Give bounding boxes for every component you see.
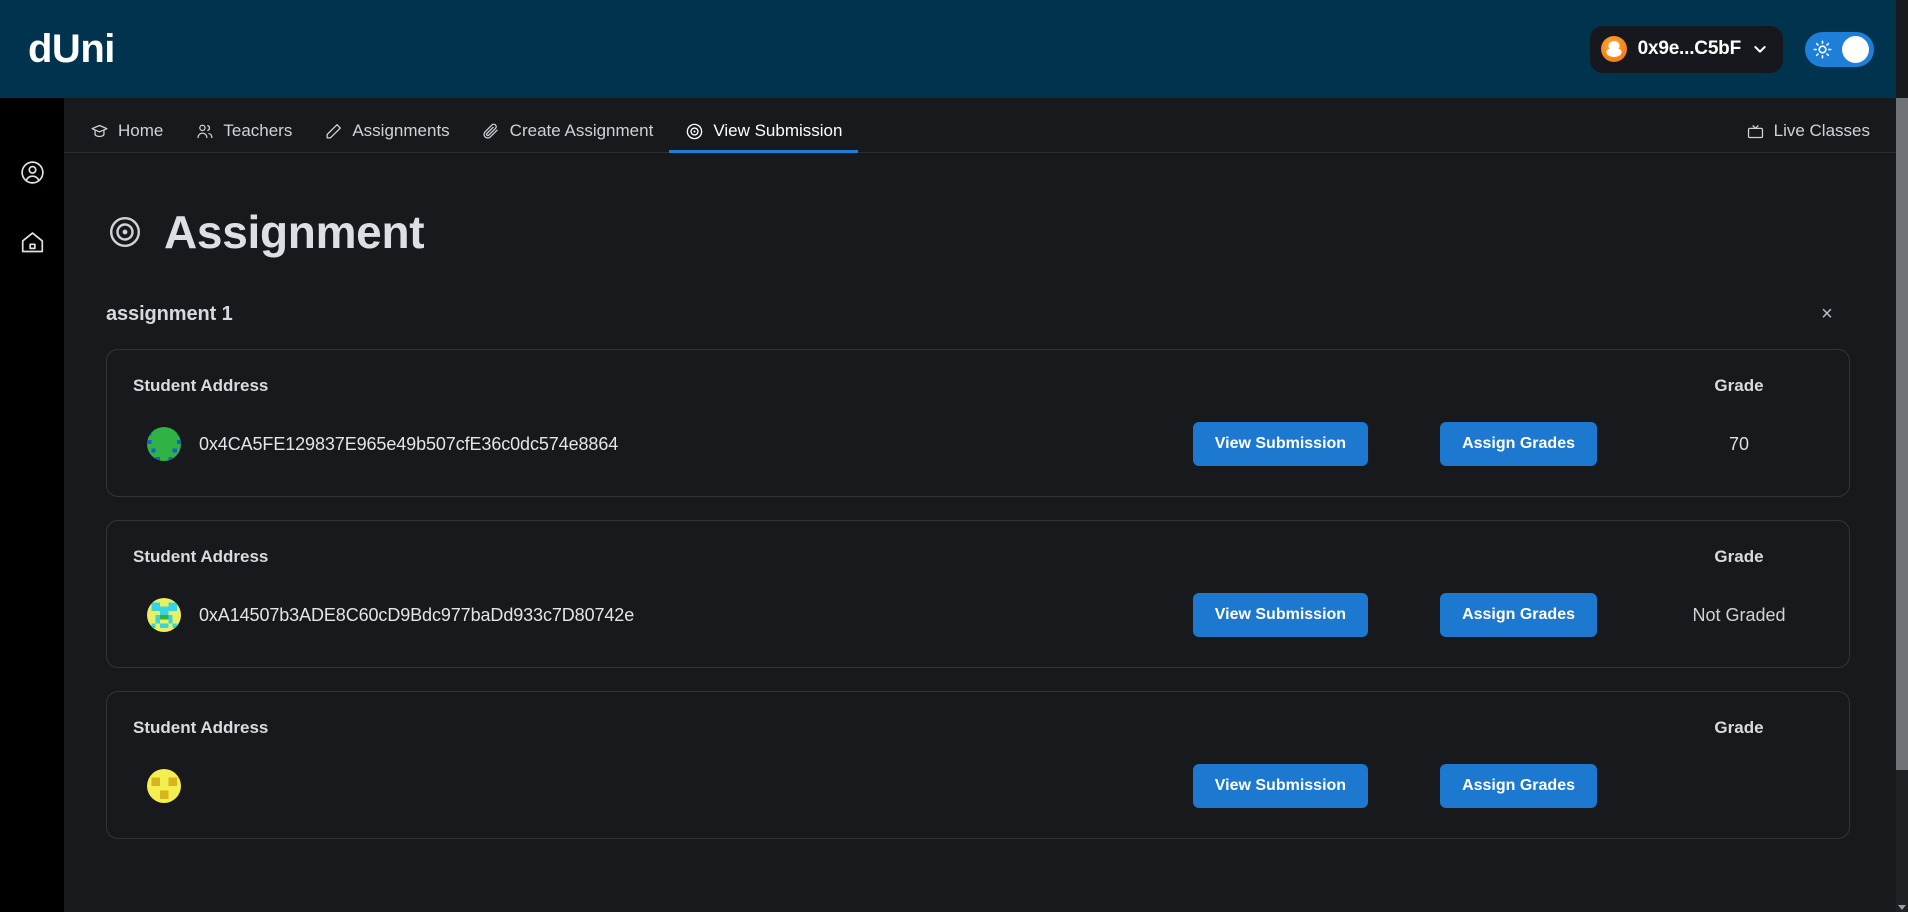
left-sidebar <box>0 98 64 912</box>
nav-tab-label: Home <box>118 121 164 140</box>
column-header-student-address: Student Address <box>133 376 269 395</box>
row-actions: View Submission Assign Grades <box>1192 764 1819 808</box>
submission-row: 0x4CA5FE129837E965e49b507cfE36c0dc574e88… <box>133 422 1819 466</box>
wallet-address-button[interactable]: 0x9e...C5bF <box>1589 25 1783 73</box>
assign-grades-button[interactable]: Assign Grades <box>1440 764 1597 808</box>
nav-tab-teachers[interactable]: Teachers <box>179 121 308 152</box>
nav-tab-label: Teachers <box>223 121 293 140</box>
nav-tab-view-submission[interactable]: View Submission <box>669 121 859 153</box>
row-actions: View Submission Assign Grades Not Graded <box>1192 593 1819 637</box>
toggle-knob <box>1842 35 1869 63</box>
vertical-scrollbar[interactable] <box>1896 98 1908 912</box>
tv-icon <box>1746 122 1765 141</box>
submissions-list: Student Address Grade 0x4CA5FE129837E965… <box>106 349 1850 839</box>
assignment-name: assignment 1 <box>106 302 233 325</box>
close-icon[interactable]: × <box>1814 301 1840 327</box>
student-avatar <box>147 427 181 461</box>
student-address: 0x4CA5FE129837E965e49b507cfE36c0dc574e88… <box>199 433 619 454</box>
assignment-subtitle-row: assignment 1 × <box>106 301 1850 327</box>
sun-icon <box>1813 39 1832 59</box>
primary-nav: Home Teachers Assignments Create Assignm… <box>64 98 1896 153</box>
column-header-grade: Grade <box>1714 376 1764 395</box>
column-header-student-address: Student Address <box>133 718 269 737</box>
nav-tab-live-classes[interactable]: Live Classes <box>1730 121 1870 152</box>
student-avatar <box>147 769 181 803</box>
nav-tab-assignments[interactable]: Assignments <box>308 121 465 152</box>
metamask-fox-icon <box>1600 36 1627 62</box>
users-icon <box>195 122 214 141</box>
nav-tab-label: Assignments <box>352 121 450 140</box>
target-icon <box>106 213 144 251</box>
scrollbar-thumb[interactable] <box>1896 98 1908 770</box>
nav-tab-home[interactable]: Home <box>90 121 179 152</box>
nav-tab-create-assignment[interactable]: Create Assignment <box>466 121 670 152</box>
assign-grades-button[interactable]: Assign Grades <box>1440 593 1597 637</box>
row-actions: View Submission Assign Grades 70 <box>1192 422 1819 466</box>
theme-toggle-switch[interactable] <box>1805 31 1874 67</box>
paperclip-icon <box>482 122 501 141</box>
card-header: Student Address Grade <box>133 376 1819 396</box>
view-submission-button[interactable]: View Submission <box>1192 764 1369 808</box>
submission-row: View Submission Assign Grades <box>133 764 1819 808</box>
nav-tab-label: Create Assignment <box>509 121 654 140</box>
column-header-grade: Grade <box>1714 547 1764 566</box>
nav-tab-label: View Submission <box>713 121 843 140</box>
pencil-icon <box>324 122 343 141</box>
main-content: Home Teachers Assignments Create Assignm… <box>64 98 1896 912</box>
assign-grades-button[interactable]: Assign Grades <box>1440 422 1597 466</box>
nav-tab-label: Live Classes <box>1773 121 1870 140</box>
card-header: Student Address Grade <box>133 547 1819 567</box>
student-avatar <box>147 598 181 632</box>
app-header: dUni 0x9e...C5bF <box>0 0 1896 98</box>
submission-card: Student Address Grade <box>106 349 1850 497</box>
column-header-student-address: Student Address <box>133 547 269 566</box>
card-header: Student Address Grade <box>133 718 1819 738</box>
view-submission-button[interactable]: View Submission <box>1192 422 1369 466</box>
graduation-cap-icon <box>90 122 109 141</box>
page-title-row: Assignment <box>106 205 1850 259</box>
page-body: Assignment assignment 1 × Student Addres… <box>64 153 1896 839</box>
chevron-down-icon <box>1752 41 1768 57</box>
grade-value: 70 <box>1728 433 1750 454</box>
submission-card: Student Address Grade <box>106 520 1850 668</box>
column-header-grade: Grade <box>1714 718 1764 737</box>
student-address: 0xA14507b3ADE8C60cD9Bdc977baDd933c7D8074… <box>199 604 635 625</box>
scroll-down-arrow-icon[interactable] <box>1898 905 1906 910</box>
page-title: Assignment <box>164 206 425 258</box>
wallet-address-label: 0x9e...C5bF <box>1637 38 1742 59</box>
user-circle-icon[interactable] <box>18 158 46 186</box>
grade-value: Not Graded <box>1692 604 1786 625</box>
view-submission-button[interactable]: View Submission <box>1192 593 1369 637</box>
header-right-group: 0x9e...C5bF <box>1589 25 1874 73</box>
submission-row: 0xA14507b3ADE8C60cD9Bdc977baDd933c7D8074… <box>133 593 1819 637</box>
brand-logo[interactable]: dUni <box>28 29 115 69</box>
submission-card: Student Address Grade View Submission As… <box>106 691 1850 839</box>
target-icon <box>685 122 704 141</box>
home-icon[interactable] <box>18 228 46 256</box>
